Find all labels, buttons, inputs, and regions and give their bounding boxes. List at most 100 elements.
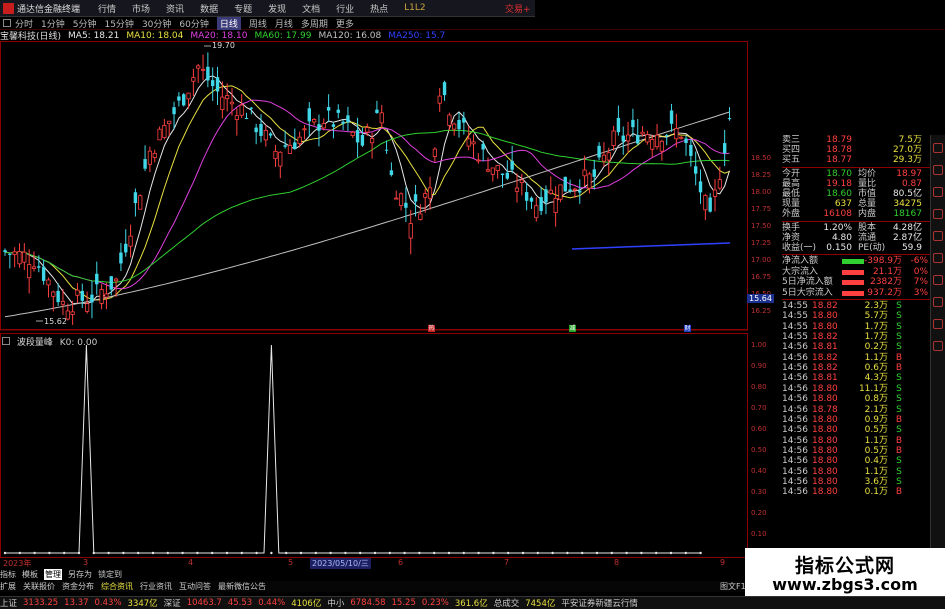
tab-wechat[interactable]: 最新微信公告 — [218, 581, 266, 592]
indicator-dot — [181, 551, 184, 555]
tab-template[interactable]: 模板 — [22, 569, 38, 580]
stat-value: 4.80 — [831, 232, 852, 243]
ask-row: 卖三 18.79 7.5万 — [782, 135, 922, 145]
candle-body — [326, 107, 331, 111]
indicator-dot — [329, 551, 332, 555]
tick-volume: 2.3万 — [864, 301, 888, 312]
candle-body — [625, 134, 631, 142]
stat-label: 股本 — [858, 222, 877, 233]
tick-side: B — [895, 445, 903, 456]
tool-icon[interactable] — [933, 341, 943, 351]
candle-body — [360, 134, 365, 146]
ma250-line — [571, 242, 731, 250]
tab-lock[interactable]: 锁定到 — [98, 569, 122, 580]
candle-body — [177, 96, 181, 101]
candle-body — [302, 128, 307, 131]
fund-flow-label: 净流入额 — [782, 256, 819, 267]
candle-body — [172, 107, 176, 115]
tick-side: S — [896, 332, 902, 343]
candle-body — [210, 80, 215, 87]
cursor-date-label: 2023/05/10/三 — [310, 558, 371, 569]
tab-fund-dist[interactable]: 资金分布 — [62, 581, 94, 592]
tool-icon[interactable] — [933, 209, 943, 219]
tab-qa[interactable]: 互动问答 — [179, 581, 211, 592]
tick-price: 18.81 — [812, 342, 838, 353]
tab-save-as[interactable]: 另存为 — [68, 569, 92, 580]
candle-body — [394, 197, 399, 200]
tool-icon[interactable] — [933, 253, 943, 263]
candle-body — [452, 123, 457, 130]
indicator-dot — [62, 551, 66, 555]
stat-value: 0.150 — [826, 242, 852, 253]
tab-extend[interactable]: 扩展 — [0, 581, 16, 592]
candle-body — [495, 164, 500, 172]
tool-icon[interactable] — [933, 165, 943, 175]
tool-icon[interactable] — [933, 187, 943, 197]
candle-body — [722, 143, 727, 154]
sh-index-value: 3133.25 — [23, 598, 59, 608]
candle-body — [616, 117, 621, 133]
candle-body — [529, 197, 534, 202]
candle-body — [12, 251, 17, 255]
tool-icon[interactable] — [933, 319, 943, 329]
candle-body — [104, 293, 109, 298]
tool-icon[interactable] — [933, 231, 943, 241]
tab-industry-news[interactable]: 行业资讯 — [140, 581, 172, 592]
candle-body — [490, 167, 495, 175]
stat-label: 总量 — [858, 199, 877, 210]
sme-index-label[interactable]: 中小 — [327, 597, 344, 609]
tool-icon[interactable] — [933, 143, 943, 153]
right-toolbar — [930, 135, 945, 600]
bid-row: 买四 18.78 27.0万 — [782, 145, 922, 156]
tick-volume: 4.3万 — [864, 373, 888, 384]
indicator-toggle-icon[interactable] — [2, 337, 10, 345]
sz-index-label[interactable]: 深证 — [164, 597, 181, 609]
high-price-label: 19.70 — [212, 41, 235, 50]
indicator-tick: 0.80 — [751, 383, 767, 391]
sh-index-label[interactable]: 上证 — [0, 597, 17, 609]
candle-body — [147, 150, 152, 165]
candle-body — [631, 119, 635, 128]
stat-label: 市值 — [858, 188, 877, 199]
candle-body — [423, 193, 428, 198]
indicator-plot — [3, 344, 702, 555]
stat-value: 0.87 — [901, 178, 922, 189]
stat-label: 内盘 — [858, 209, 877, 220]
tick-row: 14:55 18.80 5.7万 S — [782, 311, 930, 321]
stat-value: 18167 — [893, 209, 922, 220]
candle-body — [244, 118, 249, 120]
fund-flow-label: 5日大宗流入 — [782, 287, 833, 298]
ma120-line — [4, 111, 730, 318]
tab-manage[interactable]: 管理 — [44, 569, 62, 580]
candle-body — [41, 266, 46, 281]
x-axis-month: 3 — [83, 558, 89, 567]
tick-volume: 1.7万 — [864, 332, 888, 343]
moving-average-lines — [4, 75, 731, 318]
candle-body — [331, 124, 336, 127]
candle-body — [138, 195, 143, 210]
event-marker-hot[interactable]: 热 — [428, 325, 435, 332]
quote-stat-row: 换手 1.20% 股本 4.28亿 — [782, 223, 930, 233]
tool-icon[interactable] — [933, 275, 943, 285]
total-turnover-label: 总成交 — [493, 599, 520, 609]
candle-body — [524, 192, 529, 201]
sme-index-pct: 0.23% — [421, 598, 449, 608]
tick-row: 14:56 18.80 0.9万 B — [782, 415, 930, 425]
candle-body — [703, 194, 708, 211]
indicator-dot — [699, 551, 702, 555]
price-tick: 17.00 — [751, 256, 772, 264]
indicator-dot — [151, 551, 155, 555]
candle-body — [200, 68, 206, 71]
tab-general-news[interactable]: 综合资讯 — [101, 581, 133, 592]
tab-indicator[interactable]: 指标 — [0, 569, 16, 580]
tick-price: 18.82 — [812, 301, 838, 312]
tab-related-quote[interactable]: 关联报价 — [23, 581, 55, 592]
event-marker-finance[interactable]: 财 — [684, 325, 691, 332]
candle-body — [312, 119, 317, 123]
tick-side: B — [895, 352, 903, 363]
indicator-dot — [48, 551, 51, 555]
quote-stat-row: 收益(一) 0.150 PE(动) 59.9 — [782, 243, 930, 253]
event-marker-reduce[interactable]: 减 — [569, 325, 576, 332]
tick-time: 14:56 — [782, 425, 808, 436]
tool-icon[interactable] — [933, 297, 943, 307]
